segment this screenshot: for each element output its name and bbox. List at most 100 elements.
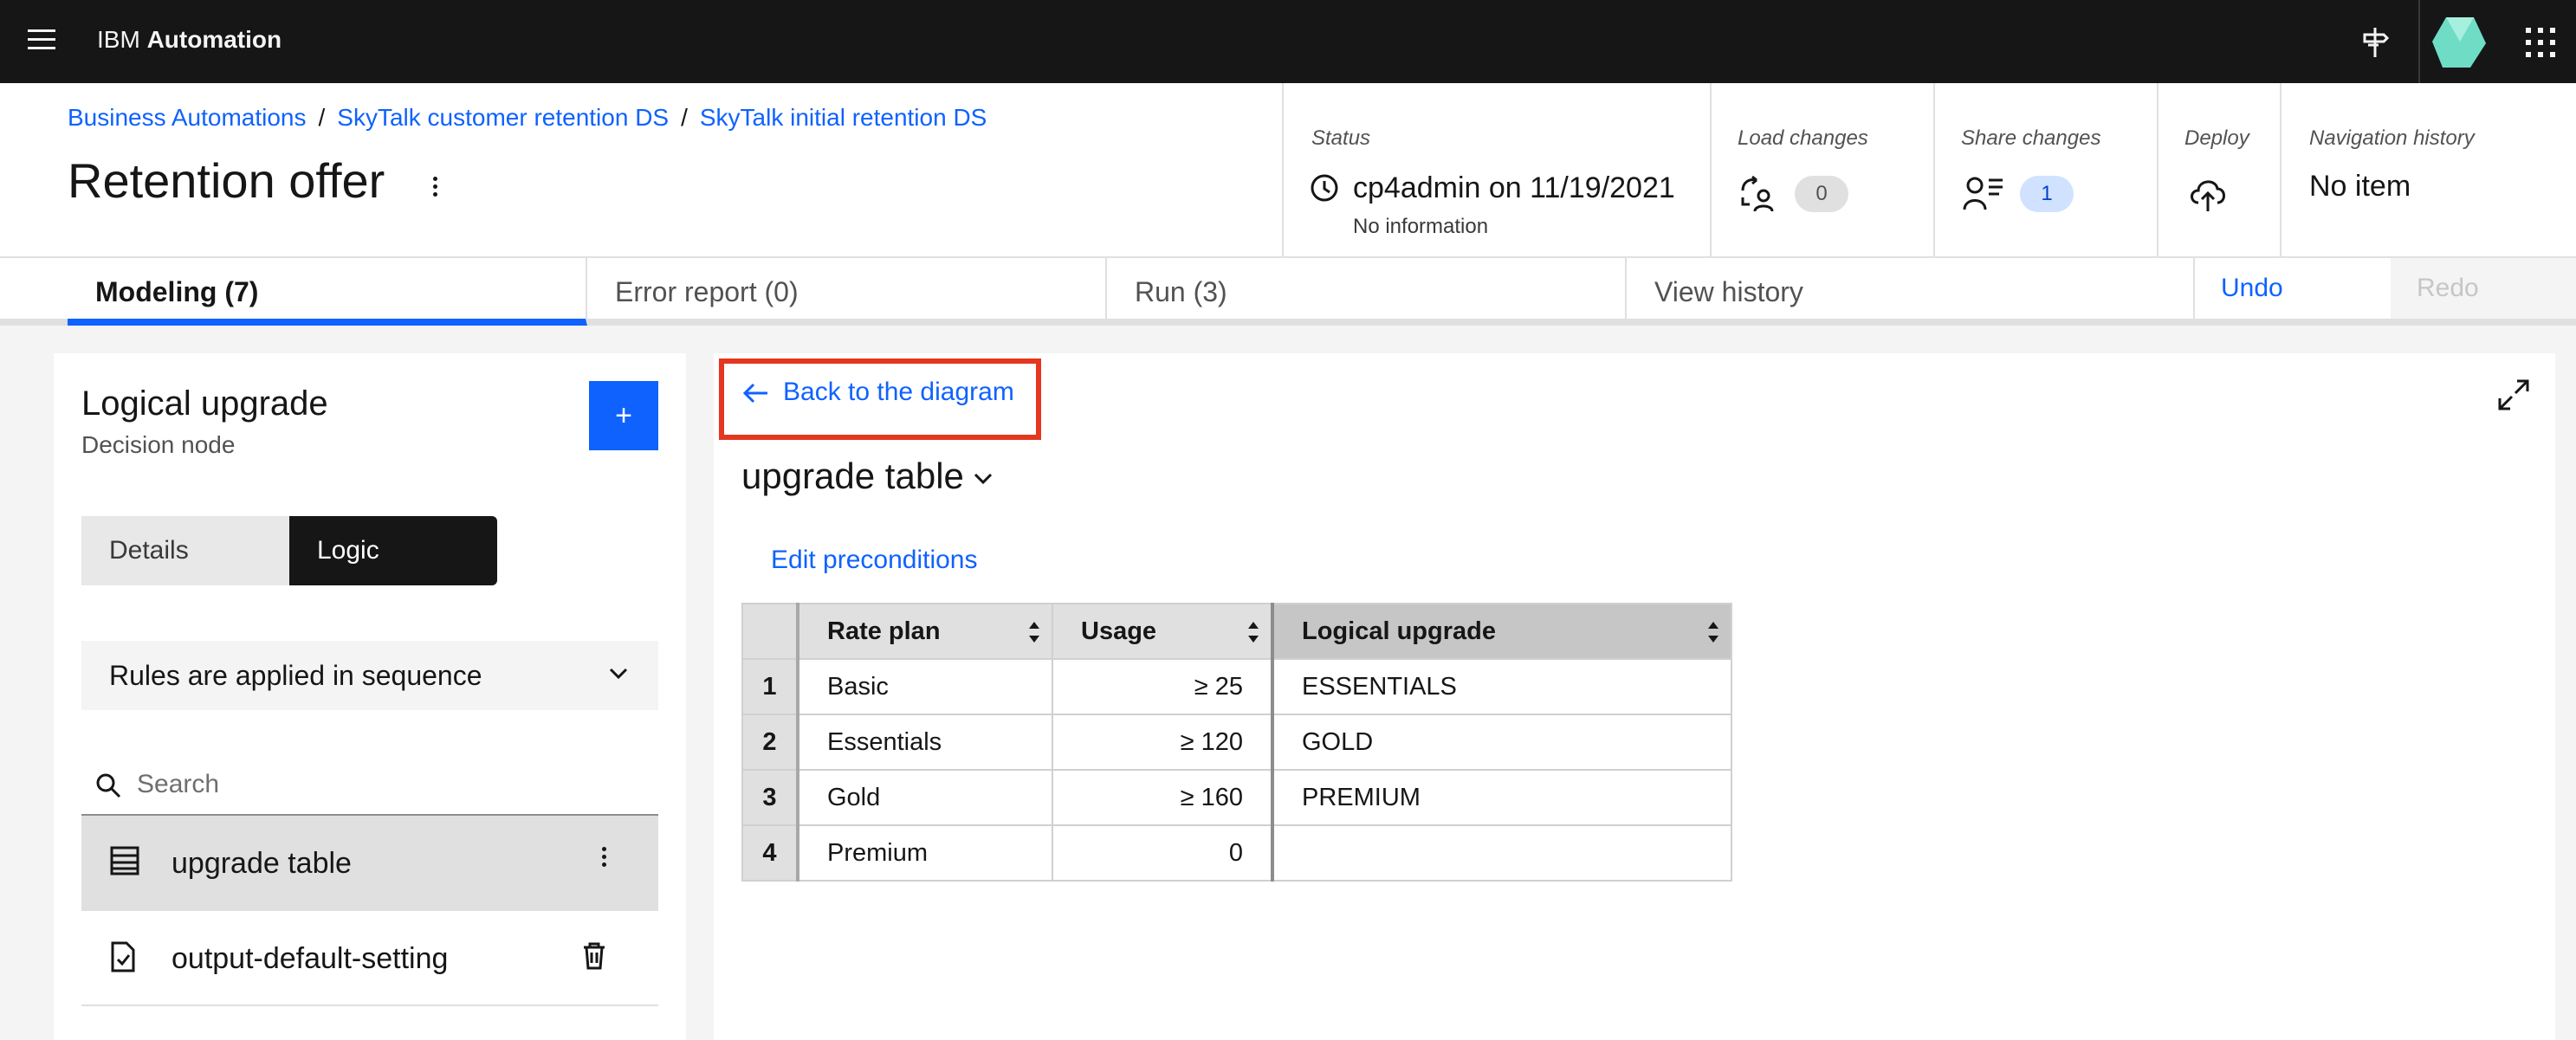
column-header-usage[interactable]: Usage [1052,603,1273,660]
brand-prefix: IBM [97,26,140,53]
node-name: Logical upgrade [81,384,328,423]
edit-preconditions-link[interactable]: Edit preconditions [771,546,977,575]
document-check-icon [111,941,135,972]
column-header-label: Usage [1081,617,1157,645]
rules-policy-dropdown[interactable]: Rules are applied in sequence [81,641,658,710]
tab-view-history[interactable]: View history [1627,258,2193,326]
undo-button[interactable]: Undo [2193,258,2391,319]
chevron-down-icon [609,668,628,680]
status-value: cp4admin on 11/19/2021 [1353,171,1675,204]
cell-logical-upgrade[interactable]: ESSENTIALS [1271,658,1732,715]
table-icon [110,846,139,875]
cell-rate-plan[interactable]: Basic [797,658,1053,715]
decision-table: Rate plan Usage Logical upgrade 1 Basic … [741,603,1732,882]
top-navigation-bar: IBM Automation [0,0,2576,83]
load-changes-icon[interactable] [1738,173,1779,219]
back-to-diagram-link[interactable]: Back to the diagram [741,378,1014,407]
brand-name: Automation [146,26,282,53]
topbar-divider [2418,0,2420,83]
cell-rate-plan[interactable]: Premium [797,824,1053,882]
sort-icon[interactable] [1246,617,1260,648]
decision-table-selector[interactable]: upgrade table [741,455,994,497]
share-changes-count: 1 [2020,176,2074,212]
row-index: 3 [741,769,799,826]
row-index: 4 [741,824,799,882]
product-name: IBM Automation [97,26,282,54]
cell-rate-plan[interactable]: Essentials [797,714,1053,771]
breadcrumb-customer-retention[interactable]: SkyTalk customer retention DS [337,104,669,131]
details-logic-switcher: Details Logic [81,516,497,585]
column-header-rate-plan[interactable]: Rate plan [797,603,1053,660]
share-changes-label: Share changes [1961,126,2101,150]
status-info: No information [1353,215,1489,238]
cell-logical-upgrade[interactable] [1271,824,1732,882]
item-overflow-menu-icon[interactable] [602,847,606,870]
cell-usage[interactable]: ≥ 120 [1052,714,1273,771]
row-index-header [741,603,799,660]
header-divider [2157,83,2159,256]
cell-logical-upgrade[interactable]: GOLD [1271,714,1732,771]
segment-details[interactable]: Details [81,516,289,585]
user-avatar-icon[interactable] [2429,12,2489,73]
row-index: 1 [741,658,799,715]
breadcrumb: Business Automations / SkyTalk customer re… [68,104,987,131]
search-icon [96,773,121,798]
list-item-label: output-default-setting [172,942,449,975]
redo-button[interactable]: Redo [2391,258,2576,319]
search-input[interactable] [137,765,639,804]
decision-table-panel: Back to the diagram upgrade table Edit p… [714,353,2555,1040]
header-divider [2280,83,2282,256]
navigation-history-label: Navigation history [2309,126,2475,150]
decision-table-name: upgrade table [741,455,964,496]
navigation-history-value: No item [2309,170,2411,203]
tab-modeling[interactable]: Modeling (7) [68,258,587,326]
header-divider [1933,83,1935,256]
cell-usage[interactable]: 0 [1052,824,1273,882]
sort-icon[interactable] [1706,617,1720,648]
arrow-left-icon [742,384,767,404]
load-changes-count: 0 [1795,176,1848,212]
signpost-icon[interactable] [2354,21,2396,62]
sort-icon[interactable] [1027,617,1041,648]
hamburger-menu-icon[interactable] [28,29,55,54]
trash-icon[interactable] [582,942,606,970]
tab-run[interactable]: Run (3) [1107,258,1627,326]
column-header-label: Rate plan [827,617,941,645]
table-row[interactable]: 3 Gold ≥ 160 PREMIUM [741,769,1732,826]
status-label: Status [1311,126,1371,150]
app-switcher-icon[interactable] [2526,28,2555,57]
tab-error-report[interactable]: Error report (0) [587,258,1107,326]
cell-usage[interactable]: ≥ 160 [1052,769,1273,826]
load-changes-label: Load changes [1738,126,1868,150]
cell-rate-plan[interactable]: Gold [797,769,1053,826]
table-row[interactable]: 4 Premium 0 [741,824,1732,882]
deploy-label: Deploy [2184,126,2249,150]
node-properties-panel: Logical upgrade Decision node + Details … [54,353,686,1040]
clock-icon [1310,173,1339,207]
table-row[interactable]: 1 Basic ≥ 25 ESSENTIALS [741,658,1732,715]
column-header-logical-upgrade[interactable]: Logical upgrade [1271,603,1732,660]
segment-logic[interactable]: Logic [289,516,497,585]
share-changes-icon[interactable] [1961,173,2006,219]
title-overflow-menu-icon[interactable] [428,177,442,203]
table-row[interactable]: 2 Essentials ≥ 120 GOLD [741,714,1732,771]
list-item-output-default-setting[interactable]: output-default-setting [81,911,658,1006]
row-index: 2 [741,714,799,771]
cell-logical-upgrade[interactable]: PREMIUM [1271,769,1732,826]
maximize-icon[interactable] [2496,378,2531,412]
column-header-label: Logical upgrade [1302,617,1496,645]
breadcrumb-business-automations[interactable]: Business Automations [68,104,307,131]
cell-usage[interactable]: ≥ 25 [1052,658,1273,715]
rules-policy-value: Rules are applied in sequence [109,660,482,691]
search-field [81,753,658,816]
cloud-upload-icon[interactable] [2186,173,2230,219]
page-title: Retention offer [68,153,385,208]
back-to-diagram-label: Back to the diagram [783,378,1014,406]
breadcrumb-initial-retention[interactable]: SkyTalk initial retention DS [700,104,987,131]
list-item-label: upgrade table [172,847,352,880]
chevron-down-icon [974,473,992,485]
add-button[interactable]: + [589,381,658,450]
header-divider [1710,83,1712,256]
header-divider [1282,83,1284,256]
list-item-upgrade-table[interactable]: upgrade table [81,816,658,911]
